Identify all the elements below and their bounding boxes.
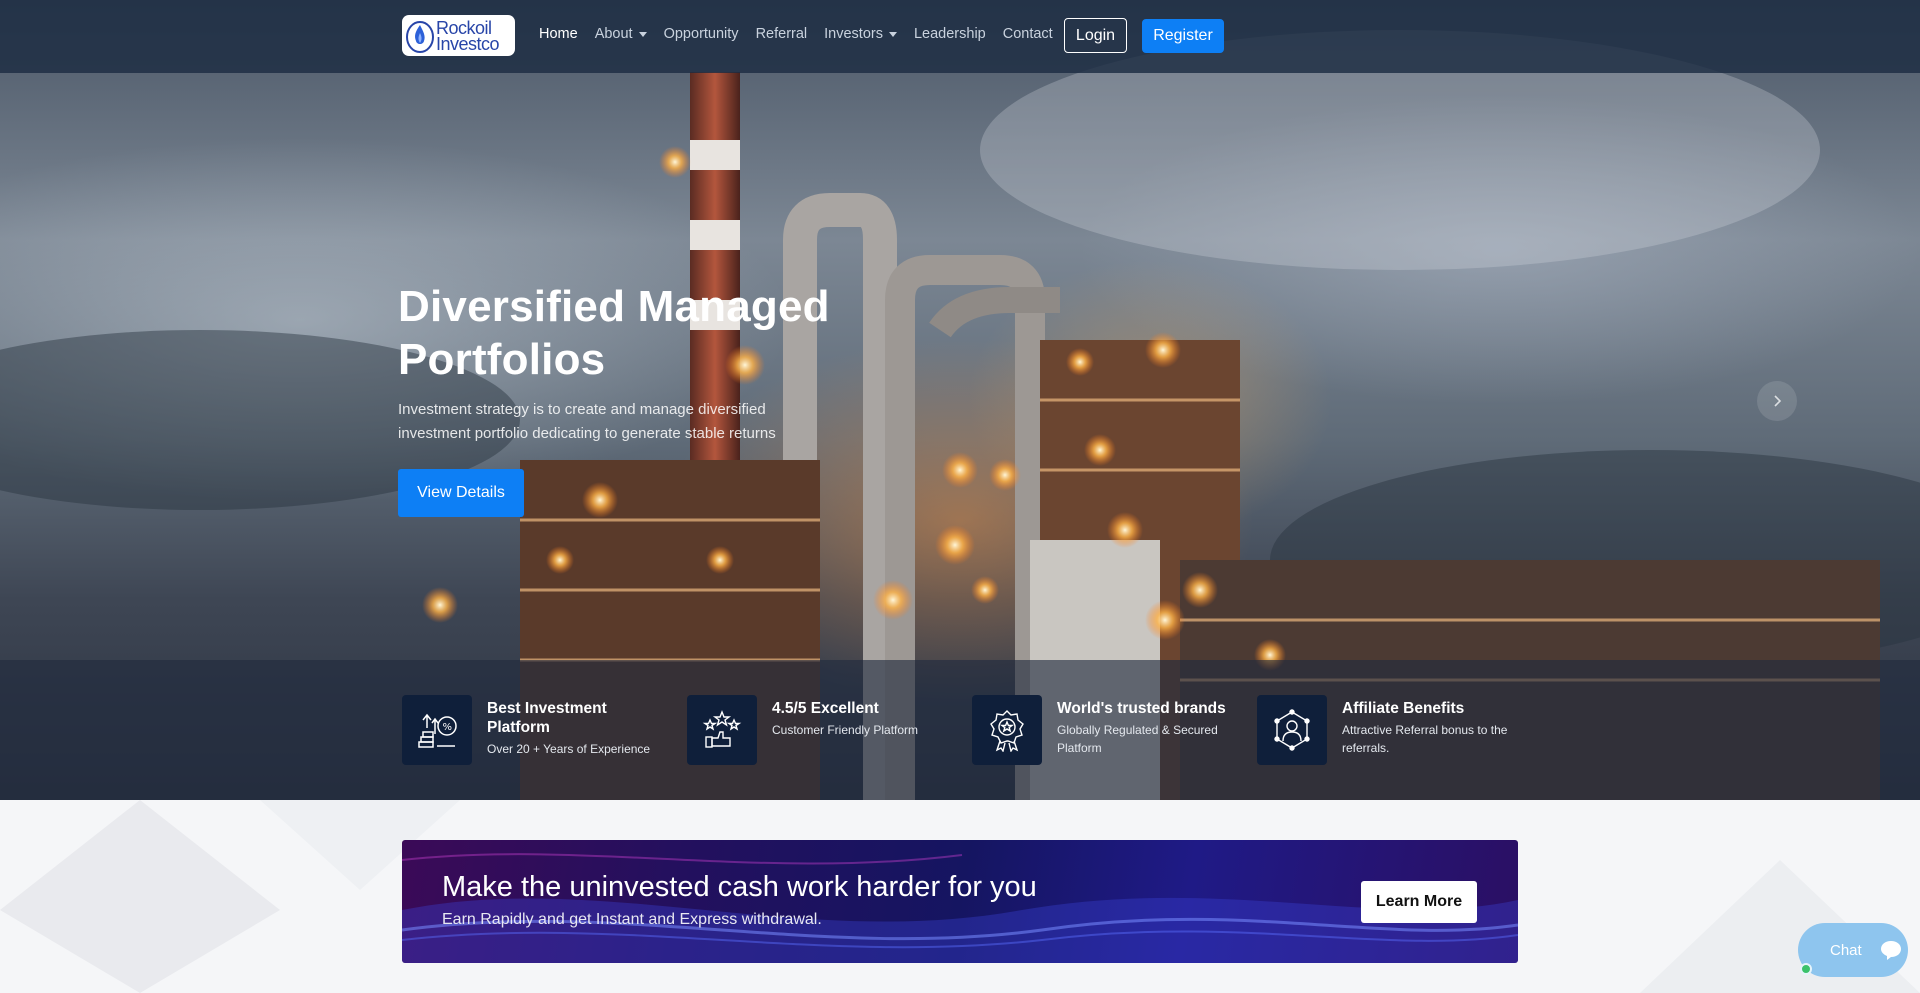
- caret-down-icon: [888, 31, 897, 37]
- nav-leadership-label: Leadership: [913, 26, 986, 42]
- feature-desc: Over 20 + Years of Experience: [487, 742, 651, 756]
- promo-subtitle: Earn Rapidly and get Instant and Express…: [442, 911, 822, 928]
- chat-widget-button[interactable]: Chat: [1798, 923, 1908, 977]
- carousel-next-button[interactable]: [1757, 381, 1797, 421]
- feature-icon-box: [687, 695, 757, 765]
- flame-logo-icon: [406, 20, 434, 53]
- chat-label: Chat: [1830, 941, 1862, 959]
- hero-title: Diversified Managed Portfolios: [398, 282, 830, 384]
- promo-banner: Make the uninvested cash work harder for…: [402, 840, 1518, 963]
- logo-text-line2: Investco: [436, 33, 500, 54]
- nav-about[interactable]: About: [595, 26, 647, 42]
- nav-opportunity[interactable]: Opportunity: [664, 26, 739, 42]
- feature-title: 4.5/5 Excellent: [772, 700, 879, 717]
- feature-item: % Best Investment Platform Over 20 + Yea…: [402, 695, 662, 765]
- promo-title: Make the uninvested cash work harder for…: [442, 871, 1037, 903]
- feature-icon-box: %: [402, 695, 472, 765]
- investment-growth-icon: %: [418, 713, 457, 748]
- top-navbar: Rockoil Investco Home About Opportunity …: [0, 0, 1920, 73]
- nav-home-label: Home: [539, 26, 578, 42]
- nav-opportunity-label: Opportunity: [663, 26, 739, 42]
- feature-item: Affiliate Benefits Attractive Referral b…: [1257, 695, 1527, 765]
- caret-down-icon: [638, 31, 647, 37]
- feature-item: 4.5/5 Excellent Customer Friendly Platfo…: [687, 695, 947, 765]
- award-badge-icon: [990, 710, 1024, 752]
- chat-bubble-icon: [1880, 941, 1901, 960]
- feature-icon-box: [1257, 695, 1327, 765]
- feature-desc: Globally Regulated & Secured Platform: [1057, 723, 1218, 755]
- feature-title: World's trusted brands: [1057, 700, 1226, 717]
- nav-contact[interactable]: Contact: [1003, 26, 1053, 42]
- feature-item: World's trusted brands Globally Regulate…: [972, 695, 1242, 765]
- nav-investors[interactable]: Investors: [824, 26, 897, 42]
- chevron-right-icon: [1774, 395, 1782, 407]
- nav-referral-label: Referral: [755, 26, 808, 42]
- nav-contact-label: Contact: [1002, 26, 1053, 42]
- site-logo[interactable]: Rockoil Investco: [402, 15, 515, 56]
- feature-desc: Attractive Referral bonus to the referra…: [1342, 723, 1508, 755]
- hero-subtitle: Investment strategy is to create and man…: [398, 401, 776, 442]
- nav-investors-label: Investors: [824, 26, 883, 42]
- nav-referral[interactable]: Referral: [756, 26, 808, 42]
- register-button[interactable]: Register: [1142, 19, 1224, 53]
- learn-more-button[interactable]: Learn More: [1361, 881, 1477, 923]
- rating-stars-icon: [702, 710, 742, 748]
- main-nav: Home About Opportunity Referral Investor…: [539, 26, 1070, 42]
- login-button[interactable]: Login: [1064, 18, 1127, 53]
- svg-text:%: %: [443, 722, 453, 733]
- affiliate-network-icon: [1274, 709, 1310, 751]
- nav-leadership[interactable]: Leadership: [914, 26, 986, 42]
- online-status-dot: [1800, 963, 1812, 975]
- nav-about-label: About: [594, 26, 633, 42]
- feature-title: Best Investment Platform: [487, 700, 607, 736]
- view-details-button[interactable]: View Details: [398, 469, 524, 517]
- feature-desc: Customer Friendly Platform: [772, 723, 919, 737]
- features-band: % Best Investment Platform Over 20 + Yea…: [0, 660, 1920, 800]
- nav-home[interactable]: Home: [539, 26, 578, 42]
- feature-icon-box: [972, 695, 1042, 765]
- feature-title: Affiliate Benefits: [1342, 700, 1465, 717]
- promo-section: Make the uninvested cash work harder for…: [0, 800, 1920, 993]
